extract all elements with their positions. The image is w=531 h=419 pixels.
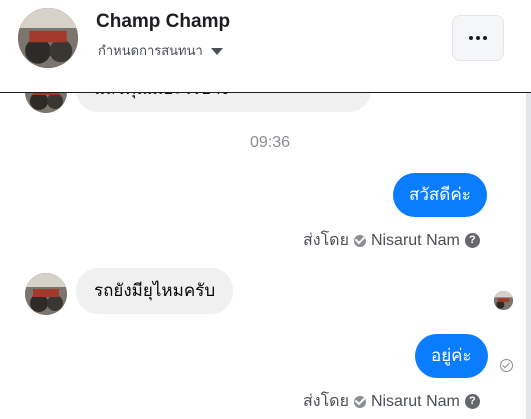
conversation-settings-label: กำหนดการสนทนา — [98, 43, 203, 58]
conversation-header: Champ Champ กำหนดการสนทนา — [0, 0, 531, 93]
sender-name[interactable]: Nisarut Nam — [371, 393, 460, 411]
delivered-check-icon — [500, 359, 513, 372]
sent-by-label: ส่งโดย Nisarut Nam ? — [303, 228, 480, 253]
outgoing-message-bubble[interactable]: อยู่ค่ะ — [415, 334, 488, 378]
outgoing-message-bubble[interactable]: สวัสดีค่ะ — [393, 173, 487, 217]
message-text: สวัสดีค่ะ — [409, 185, 471, 204]
verified-check-icon — [353, 395, 366, 408]
help-icon[interactable]: ? — [464, 394, 480, 409]
sent-by-label: ส่งโดย Nisarut Nam ? — [303, 389, 480, 414]
more-options-button[interactable] — [452, 15, 504, 61]
contact-avatar[interactable] — [18, 8, 78, 68]
contact-name[interactable]: Champ Champ — [96, 11, 230, 33]
help-icon[interactable]: ? — [464, 233, 480, 248]
more-dots-icon — [469, 36, 487, 40]
message-timestamp: 09:36 — [249, 134, 291, 151]
sender-name[interactable]: Nisarut Nam — [371, 232, 460, 250]
sent-by-prefix: ส่งโดย — [303, 232, 349, 249]
message-text: รถยังมียุไหมครับ — [94, 281, 216, 300]
caret-down-icon — [210, 48, 223, 55]
incoming-message-bubble[interactable]: รถยังมียุไหมครับ — [76, 268, 234, 314]
verified-check-icon — [353, 234, 366, 247]
sent-by-prefix: ส่งโดย — [303, 393, 349, 410]
seen-by-avatar — [494, 291, 513, 310]
message-text: อยู่ค่ะ — [431, 346, 472, 365]
contact-avatar[interactable] — [25, 273, 67, 315]
conversation-settings-dropdown[interactable]: กำหนดการสนทนา — [98, 40, 223, 61]
